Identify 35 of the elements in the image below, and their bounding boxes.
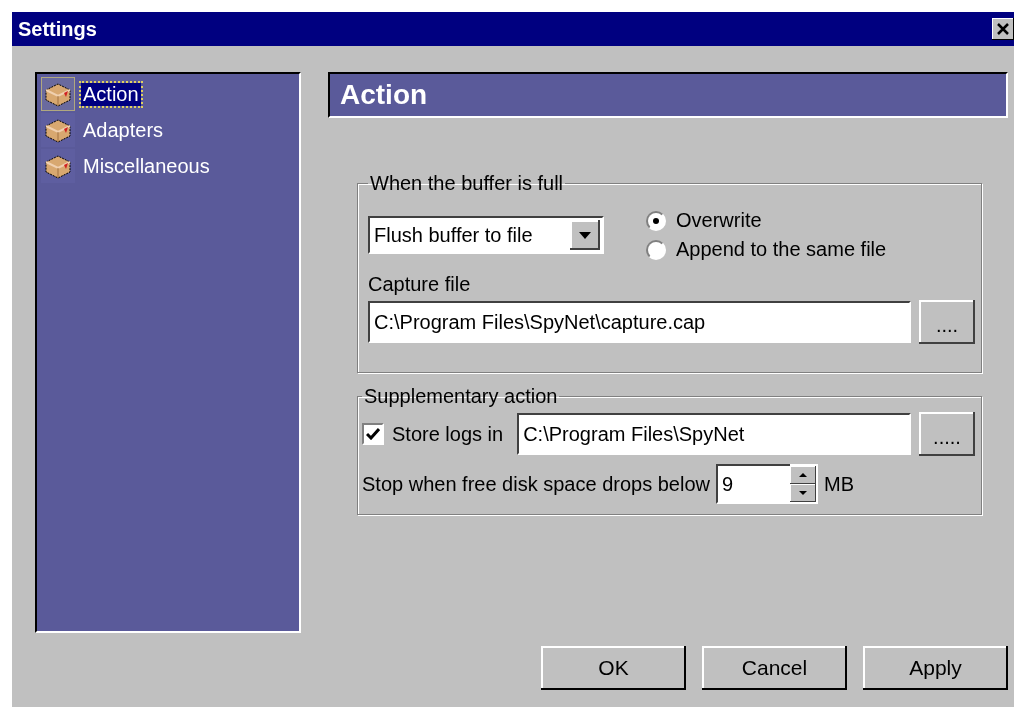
field-label: Stop when free disk space drops below — [362, 472, 710, 496]
checkbox-label: Store logs in — [392, 422, 504, 446]
close-icon — [997, 23, 1009, 35]
action-dropdown[interactable]: Flush buffer to file — [368, 216, 604, 254]
category-item[interactable]: Action — [81, 82, 141, 106]
package-icon — [44, 117, 72, 143]
radio-label: Overwrite — [676, 209, 762, 232]
package-icon — [44, 153, 72, 179]
dialog-button[interactable]: Apply — [863, 646, 1008, 690]
group-title: Supplementary action — [363, 385, 559, 408]
spin-buttons[interactable] — [790, 464, 818, 504]
checkbox[interactable] — [362, 423, 384, 445]
dialog-button[interactable]: Cancel — [702, 646, 847, 690]
radio-label: Append to the same file — [676, 238, 887, 261]
capture-file-field[interactable]: C:\Program Files\SpyNet\capture.cap — [368, 301, 911, 343]
section-header: Action — [328, 72, 1008, 118]
radio-button[interactable] — [646, 210, 666, 231]
category-item[interactable]: Adapters — [81, 118, 166, 142]
close-button[interactable] — [992, 18, 1014, 40]
group-title: When the buffer is full — [369, 172, 565, 195]
up-arrow-icon — [799, 473, 807, 477]
browse-button[interactable]: ..... — [919, 412, 975, 456]
dropdown-arrow-icon — [579, 231, 591, 239]
log-path-field[interactable]: C:\Program Files\SpyNet — [517, 413, 911, 455]
category-item[interactable]: Miscellaneous — [81, 154, 212, 178]
dialog-button[interactable]: OK — [541, 646, 686, 690]
window-title: Settings — [18, 17, 97, 41]
unit-label: MB — [824, 472, 854, 496]
browse-button[interactable]: .... — [919, 300, 975, 344]
radio-button[interactable] — [646, 239, 666, 260]
number-field[interactable]: 9 — [716, 464, 790, 504]
checkmark-icon — [366, 428, 380, 440]
down-arrow-icon — [799, 491, 807, 495]
field-label: Capture file — [368, 273, 472, 296]
package-icon — [44, 81, 72, 107]
